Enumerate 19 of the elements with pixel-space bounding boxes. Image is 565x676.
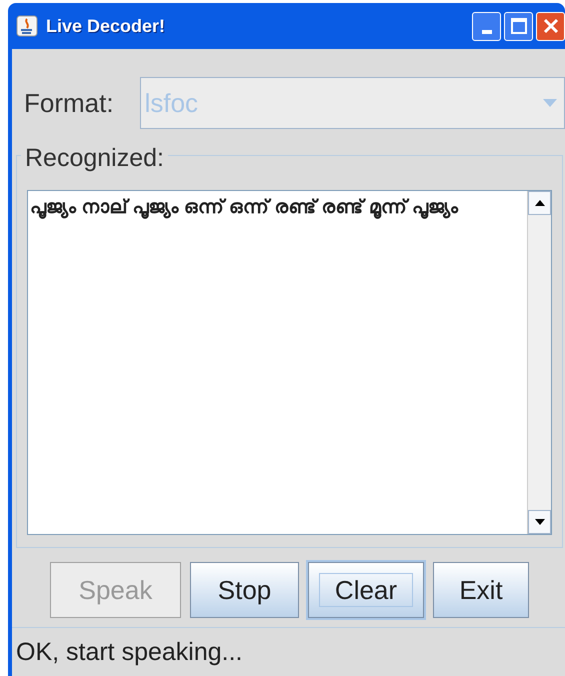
- maximize-button[interactable]: [504, 12, 533, 40]
- scroll-down-icon: [534, 519, 544, 525]
- status-text: OK, start speaking...: [16, 638, 242, 666]
- maximize-icon: [510, 18, 526, 34]
- action-button[interactable]: Exit: [433, 562, 529, 618]
- app-icon: [16, 15, 38, 37]
- action-button[interactable]: Stop: [190, 562, 299, 618]
- action-button[interactable]: Clear: [308, 562, 424, 618]
- minimize-button[interactable]: [472, 12, 501, 40]
- scrollbar[interactable]: [527, 191, 551, 534]
- text-area[interactable]: പൂജ്യം നാല് പൂജ്യം ഒന്ന് ഒന്ന് രണ്ട് രണ്ട് മൂന്ന് പൂജ്യം: [27, 190, 552, 535]
- minimize-icon: [482, 30, 492, 34]
- close-button[interactable]: [536, 12, 565, 40]
- format-label: Format:: [24, 86, 114, 120]
- close-icon: [542, 18, 558, 34]
- recognized-text: പൂജ്യം നാല് പൂജ്യം ഒന്ന് ഒന്ന് രണ്ട് രണ്ട് മൂന്ന് പൂജ്യം: [29, 196, 460, 221]
- dropdown-arrow-icon: [543, 99, 557, 107]
- scroll-up-icon: [534, 200, 544, 206]
- window-title: Live Decoder!: [46, 14, 166, 38]
